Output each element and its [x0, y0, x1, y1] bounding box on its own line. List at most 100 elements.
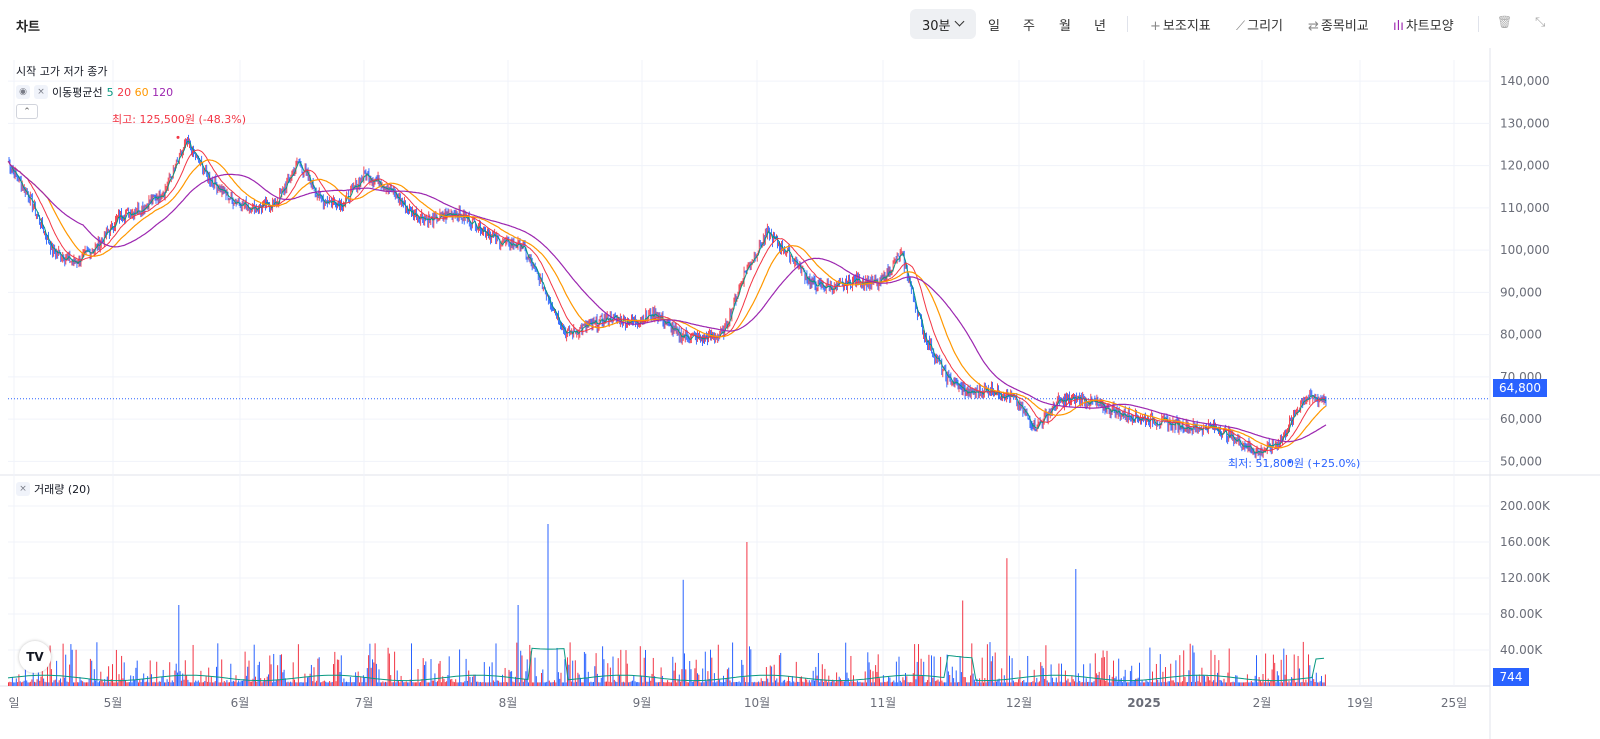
volume-bar: [1266, 682, 1268, 686]
volume-bar: [373, 662, 375, 686]
volume-bar: [859, 681, 861, 686]
volume-bar: [9, 681, 11, 686]
volume-bar: [1122, 682, 1124, 686]
volume-bar: [277, 665, 279, 686]
volume-bar: [694, 668, 696, 686]
volume-bar: [1228, 648, 1230, 686]
volume-bar: [109, 682, 111, 686]
volume-bar: [706, 681, 708, 686]
volume-bar: [290, 681, 292, 686]
volume-bar: [369, 643, 371, 686]
volume-bar: [690, 669, 692, 686]
volume-bar: [1230, 682, 1231, 686]
volume-bar: [924, 682, 926, 686]
volume-bar: [469, 676, 471, 686]
volume-bar: [364, 677, 366, 686]
volume-bar: [624, 682, 626, 686]
volume-bar: [970, 675, 971, 686]
volume-bar: [542, 669, 544, 686]
volume-bar: [1244, 682, 1246, 686]
volume-bar: [1308, 654, 1309, 686]
ma-legend: ◉ × 이동평균선 5 20 60 120: [16, 84, 173, 100]
volume-bar: [1306, 682, 1308, 686]
volume-bar: [786, 681, 788, 686]
volume-bar: [599, 682, 601, 686]
volume-bar: [1207, 676, 1209, 686]
volume-bar: [1053, 682, 1055, 686]
volume-bar: [331, 681, 333, 686]
volume-bar: [1035, 682, 1036, 686]
volume-bar: [1155, 663, 1157, 686]
volume-bar: [686, 682, 688, 686]
volume-bar: [221, 659, 223, 686]
volume-bar: [936, 680, 938, 686]
volume-bar: [162, 669, 164, 686]
volume-bar: [1101, 657, 1103, 686]
volume-bar: [223, 681, 225, 686]
volume-bar: [752, 682, 754, 686]
volume-bar: [903, 680, 905, 686]
volume-bar: [520, 650, 522, 686]
volume-bar: [910, 682, 912, 686]
volume-bar: [188, 682, 190, 686]
volume-bar: [733, 682, 735, 686]
volume-bar: [101, 679, 103, 686]
volume-bar: [642, 682, 644, 686]
volume-bar: [281, 654, 282, 686]
volume-bar: [1162, 671, 1164, 686]
volume-bar: [1172, 680, 1174, 686]
volume-bar: [607, 663, 609, 686]
volume-bar: [989, 642, 991, 686]
volume-bar: [552, 681, 554, 686]
volume-bar: [89, 658, 91, 686]
volume-bar: [62, 643, 64, 686]
volume-bar: [218, 682, 220, 686]
time-tick-label: 10월: [744, 696, 770, 710]
volume-bar: [643, 657, 645, 686]
volume-bar: [335, 681, 337, 686]
close-icon[interactable]: ×: [34, 85, 48, 99]
volume-bar: [127, 682, 129, 686]
volume-bar: [330, 682, 332, 686]
volume-bar: [720, 682, 722, 686]
volume-bar: [23, 680, 25, 686]
volume-bar: [963, 676, 965, 686]
volume-bar: [972, 673, 974, 686]
volume-bar: [847, 678, 849, 686]
volume-bar: [950, 682, 952, 686]
volume-bar: [227, 682, 229, 686]
volume-bar: [39, 680, 41, 686]
volume-bar: [959, 656, 961, 686]
volume-bar: [893, 680, 895, 686]
volume-bar: [590, 681, 592, 686]
volume-bar: [672, 656, 674, 686]
volume-bar: [27, 682, 29, 686]
volume-bar: [231, 681, 233, 686]
close-icon[interactable]: ×: [16, 482, 30, 496]
volume-bar: [811, 679, 813, 686]
volume-bar: [383, 682, 385, 686]
volume-bar: [1094, 653, 1096, 686]
volume-bar: [426, 682, 428, 686]
volume-bar: [297, 644, 299, 686]
volume-bar: [949, 674, 951, 686]
volume-bar: [1249, 682, 1251, 686]
volume-bar: [570, 681, 572, 686]
volume-bar: [1245, 682, 1247, 686]
volume-bar: [1174, 682, 1176, 686]
volume-bar: [1137, 677, 1139, 686]
volume-bar: [212, 682, 214, 686]
volume-bar: [1111, 676, 1113, 686]
volume-bar: [782, 680, 784, 686]
legend-collapse-button[interactable]: ⌃: [16, 104, 38, 119]
volume-bar: [191, 682, 193, 686]
tradingview-logo[interactable]: TV: [19, 641, 51, 673]
volume-bar: [537, 682, 539, 686]
volume-bar: [304, 673, 306, 686]
eye-icon[interactable]: ◉: [16, 85, 30, 99]
volume-bar: [456, 682, 458, 686]
volume-bar: [186, 675, 188, 686]
volume-bar: [684, 653, 685, 686]
volume-bar: [252, 678, 254, 686]
volume-bar: [438, 663, 440, 686]
